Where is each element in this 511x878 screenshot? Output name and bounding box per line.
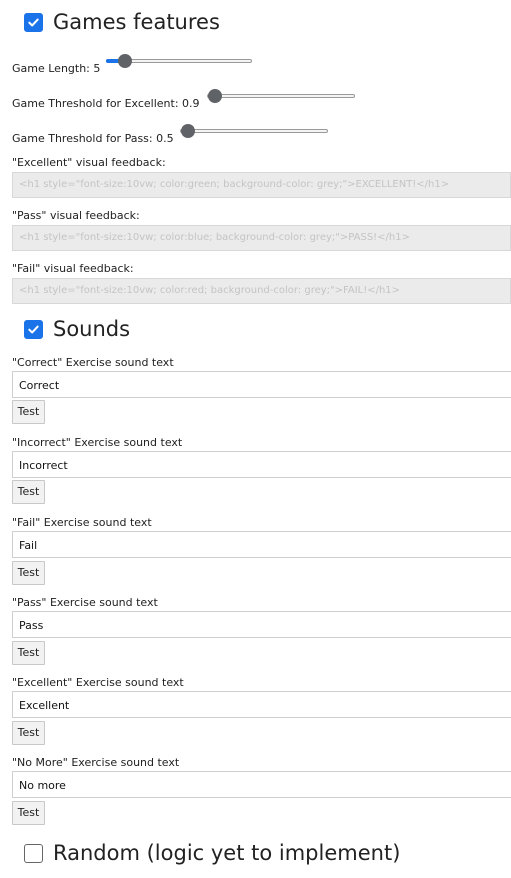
- correct-sound-label: "Correct" Exercise sound text: [12, 356, 174, 369]
- random-title: Random (logic yet to implement): [53, 841, 401, 865]
- pass-threshold-label: Game Threshold for Pass: 0.5: [12, 132, 174, 145]
- slider-track: [180, 129, 328, 133]
- fail-sound-input[interactable]: Fail: [12, 531, 511, 558]
- correct-sound-input[interactable]: Correct: [12, 371, 511, 398]
- fail-sound-label: "Fail" Exercise sound text: [12, 516, 152, 529]
- no-more-test-button[interactable]: Test: [12, 801, 45, 825]
- pass-feedback-field[interactable]: <h1 style="font-size:10vw; color:blue; b…: [12, 225, 511, 251]
- games-features-header: Games features: [24, 10, 220, 34]
- fail-feedback-label: "Fail" visual feedback:: [12, 262, 134, 275]
- game-length-slider[interactable]: [106, 54, 252, 68]
- random-header: Random (logic yet to implement): [24, 841, 400, 865]
- slider-thumb[interactable]: [181, 124, 195, 138]
- pass-threshold-slider[interactable]: [180, 124, 328, 138]
- excellent-test-button[interactable]: Test: [12, 721, 45, 745]
- excellent-sound-input[interactable]: Excellent: [12, 691, 511, 718]
- sounds-title: Sounds: [53, 317, 131, 341]
- random-checkbox[interactable]: [24, 843, 43, 863]
- excellent-threshold-slider[interactable]: [207, 89, 355, 103]
- sounds-checkbox[interactable]: [24, 319, 43, 339]
- pass-test-button[interactable]: Test: [12, 641, 45, 665]
- correct-test-button[interactable]: Test: [12, 400, 45, 424]
- incorrect-sound-label: "Incorrect" Exercise sound text: [12, 436, 183, 449]
- incorrect-test-button[interactable]: Test: [12, 480, 45, 504]
- no-more-sound-input[interactable]: No more: [12, 771, 511, 798]
- no-more-sound-label: "No More" Exercise sound text: [12, 756, 180, 769]
- slider-track: [207, 94, 355, 98]
- pass-sound-input[interactable]: Pass: [12, 611, 511, 638]
- slider-thumb[interactable]: [208, 89, 222, 103]
- excellent-sound-label: "Excellent" Exercise sound text: [12, 676, 184, 689]
- checkmark-icon: [28, 325, 39, 333]
- pass-feedback-label: "Pass" visual feedback:: [12, 209, 140, 222]
- pass-sound-label: "Pass" Exercise sound text: [12, 596, 158, 609]
- games-features-title: Games features: [53, 10, 220, 34]
- fail-feedback-field[interactable]: <h1 style="font-size:10vw; color:red; ba…: [12, 278, 511, 304]
- sounds-header: Sounds: [24, 317, 130, 341]
- slider-thumb[interactable]: [118, 54, 132, 68]
- incorrect-sound-input[interactable]: Incorrect: [12, 451, 511, 478]
- game-length-label: Game Length: 5: [12, 62, 101, 75]
- excellent-feedback-field[interactable]: <h1 style="font-size:10vw; color:green; …: [12, 172, 511, 198]
- games-features-checkbox[interactable]: [24, 12, 43, 32]
- checkmark-icon: [28, 18, 39, 26]
- excellent-threshold-label: Game Threshold for Excellent: 0.9: [12, 97, 200, 110]
- fail-test-button[interactable]: Test: [12, 561, 45, 585]
- excellent-feedback-label: "Excellent" visual feedback:: [12, 156, 166, 169]
